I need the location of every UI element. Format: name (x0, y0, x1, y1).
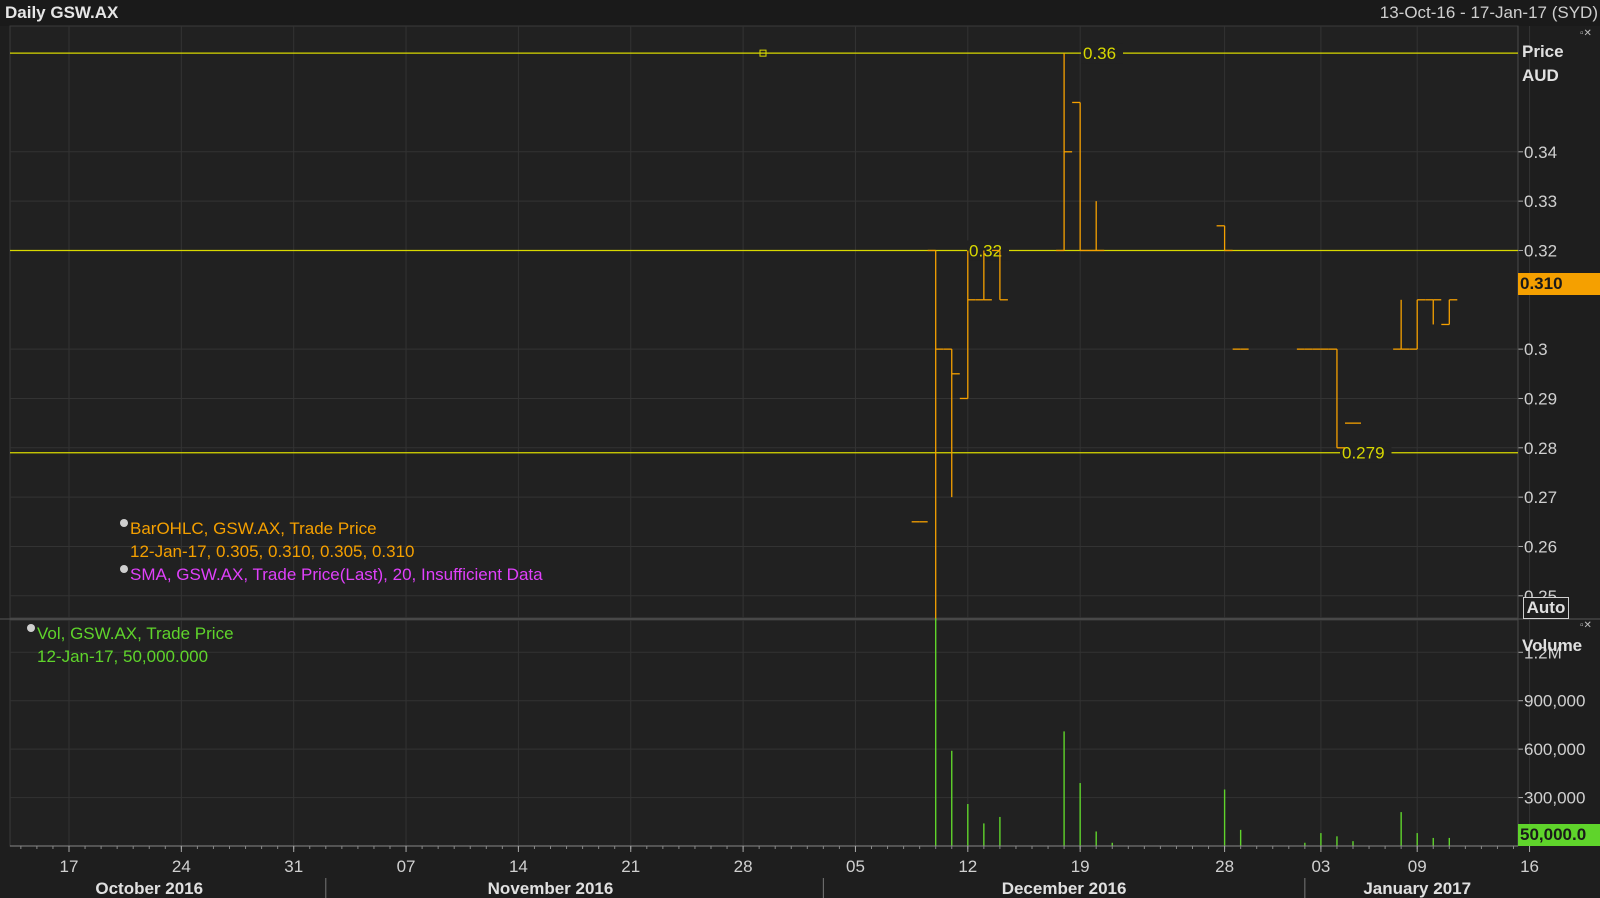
x-month-label: November 2016 (488, 879, 614, 898)
volume-pane-close-icon[interactable]: ▫✕ (1580, 620, 1592, 631)
x-tick-label: 31 (284, 857, 303, 876)
price-tick-label: 0.34 (1524, 143, 1557, 162)
hline-label: 0.279 (1342, 444, 1385, 463)
x-tick-label: 03 (1311, 857, 1330, 876)
legend-toggle-icon[interactable] (120, 519, 128, 527)
x-tick-label: 14 (509, 857, 528, 876)
legend-bar-values: 12-Jan-17, 0.305, 0.310, 0.305, 0.310 (130, 542, 415, 561)
x-tick-label: 12 (958, 857, 977, 876)
last-volume-tag: 50,000.0 (1518, 824, 1600, 846)
price-tick-label: 0.28 (1524, 439, 1557, 458)
x-tick-label: 28 (734, 857, 753, 876)
volume-tick-label: 300,000 (1524, 789, 1585, 808)
volume-pane (9, 619, 1519, 847)
legend-volume[interactable]: Vol, GSW.AX, Trade Price (27, 624, 234, 644)
price-axis-title: Price (1522, 42, 1564, 61)
x-tick-label: 09 (1408, 857, 1427, 876)
legend-toggle-icon[interactable] (27, 624, 35, 632)
x-tick-label: 17 (60, 857, 79, 876)
hline-label: 0.36 (1083, 44, 1116, 63)
x-month-label: January 2017 (1363, 879, 1471, 898)
price-tick-label: 0.29 (1524, 389, 1557, 408)
legend-bar-ohlc[interactable]: BarOHLC, GSW.AX, Trade Price (120, 519, 377, 539)
legend-volume-values: 12-Jan-17, 50,000.000 (37, 647, 209, 666)
auto-scale-button[interactable]: Auto (1523, 597, 1569, 619)
legend-sma-title: SMA, GSW.AX, Trade Price(Last), 20, Insu… (130, 565, 543, 584)
x-tick-label: 28 (1215, 857, 1234, 876)
volume-axis-title: Volume (1522, 636, 1583, 655)
x-tick-label: 05 (846, 857, 865, 876)
price-volume-chart[interactable]: 0.250.260.270.280.290.30.320.330.34300,0… (0, 0, 1600, 898)
price-pane-close-icon[interactable]: ▫✕ (1580, 28, 1592, 39)
x-tick-label: 16 (1520, 857, 1539, 876)
volume-tick-label: 900,000 (1524, 692, 1585, 711)
price-axis-unit: AUD (1522, 66, 1559, 85)
price-tick-label: 0.27 (1524, 488, 1557, 507)
x-tick-label: 21 (621, 857, 640, 876)
legend-toggle-icon[interactable] (120, 565, 128, 573)
x-tick-label: 19 (1071, 857, 1090, 876)
last-price-tag: 0.310 (1518, 273, 1600, 295)
volume-tick-label: 600,000 (1524, 740, 1585, 759)
x-tick-label: 07 (397, 857, 416, 876)
legend-sma[interactable]: SMA, GSW.AX, Trade Price(Last), 20, Insu… (120, 565, 543, 585)
legend-volume-title: Vol, GSW.AX, Trade Price (37, 624, 234, 643)
price-tick-label: 0.3 (1524, 340, 1548, 359)
x-tick-label: 24 (172, 857, 191, 876)
price-tick-label: 0.26 (1524, 537, 1557, 556)
price-tick-label: 0.33 (1524, 192, 1557, 211)
legend-bar-title: BarOHLC, GSW.AX, Trade Price (130, 519, 377, 538)
x-month-label: October 2016 (95, 879, 203, 898)
x-month-label: December 2016 (1002, 879, 1127, 898)
price-tick-label: 0.32 (1524, 241, 1557, 260)
